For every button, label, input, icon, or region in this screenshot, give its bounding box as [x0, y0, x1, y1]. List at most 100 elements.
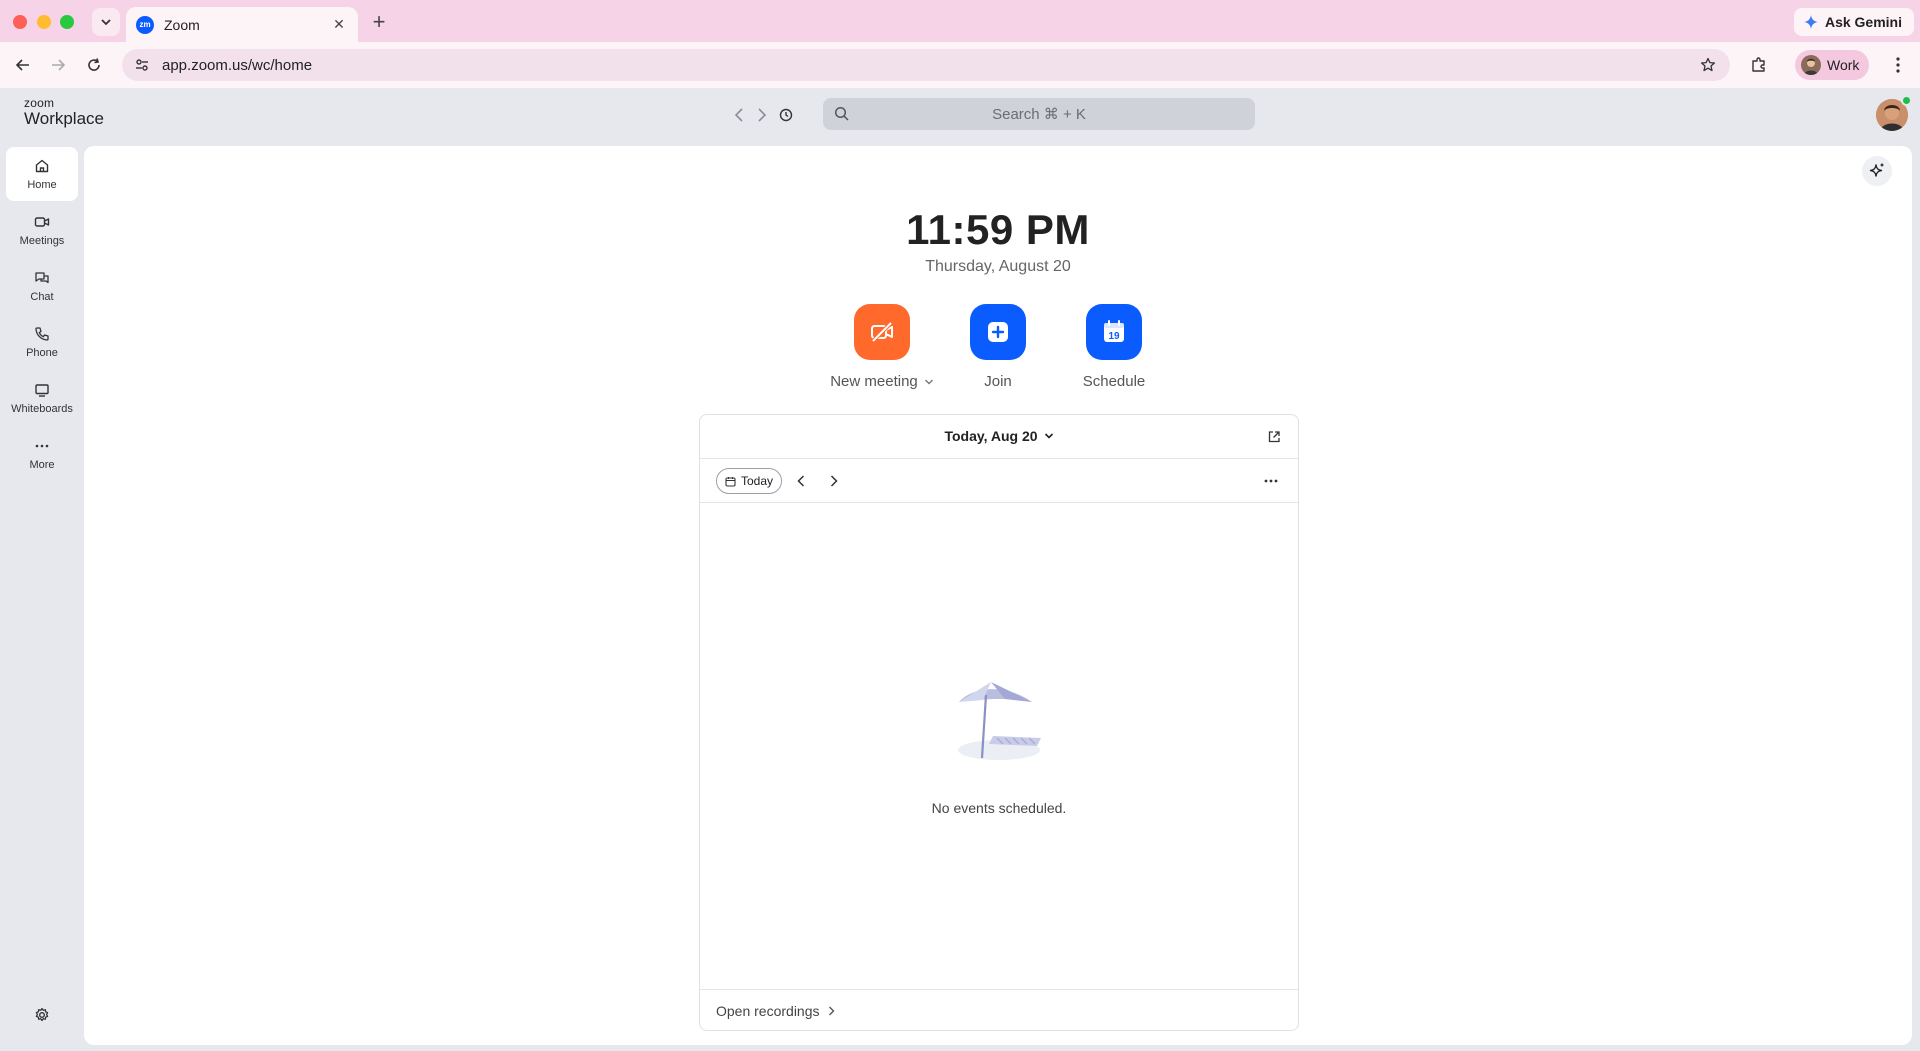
profile-avatar: [1801, 55, 1821, 75]
plus-icon: [988, 322, 1008, 342]
schedule-action: 19 Schedule: [1054, 304, 1174, 390]
history-forward-button[interactable]: [751, 104, 773, 126]
clock-history-icon: [779, 108, 793, 122]
join-action: Join: [938, 304, 1058, 390]
sidebar-item-chat[interactable]: Chat: [6, 259, 78, 313]
chevron-right-icon: [758, 108, 767, 122]
calendar-icon: 19: [1104, 320, 1124, 342]
ask-gemini-label: Ask Gemini: [1824, 14, 1902, 30]
calendar-more-button[interactable]: [1260, 470, 1282, 492]
recent-history-button[interactable]: [775, 104, 797, 126]
chevron-down-icon: [1044, 433, 1053, 439]
new-meeting-label-row[interactable]: New meeting: [830, 373, 934, 390]
calendar-next-button[interactable]: [823, 470, 845, 492]
ask-gemini-button[interactable]: Ask Gemini: [1793, 8, 1914, 36]
sidebar-label: Whiteboards: [11, 402, 73, 415]
reload-button[interactable]: [80, 51, 108, 79]
browser-menu-button[interactable]: [1888, 51, 1908, 79]
today-label: Today: [741, 474, 774, 488]
new-meeting-label: New meeting: [830, 373, 918, 390]
sidebar-item-meetings[interactable]: Meetings: [6, 203, 78, 257]
back-button[interactable]: [9, 51, 37, 79]
zoom-app: zoom Workplace Search ⌘ + K Home Meeting…: [0, 88, 1920, 1051]
profile-button[interactable]: Work: [1795, 50, 1870, 80]
sidebar-label: Chat: [30, 290, 54, 303]
home-main-panel: 11:59 PM Thursday, August 20 New meeting…: [84, 146, 1912, 1045]
forward-button[interactable]: [44, 51, 72, 79]
left-sidebar: Home Meetings Chat Phone Whiteboards Mor…: [0, 144, 84, 1051]
brand-big-text: Workplace: [24, 109, 104, 128]
reload-icon: [88, 58, 100, 71]
search-icon: [834, 106, 849, 121]
video-icon: [34, 216, 50, 227]
address-bar[interactable]: app.zoom.us/wc/home: [122, 49, 1730, 81]
more-horizontal-icon: [1264, 479, 1278, 483]
window-minimize-button[interactable]: [37, 15, 51, 29]
new-tab-button[interactable]: +: [366, 9, 392, 35]
more-icon: [35, 444, 49, 447]
chevron-left-icon: [734, 108, 743, 122]
presence-status-dot: [1901, 95, 1912, 106]
zoom-workplace-logo[interactable]: zoom Workplace: [24, 97, 104, 127]
window-maximize-button[interactable]: [60, 15, 74, 29]
zoom-favicon-icon: zm: [136, 15, 154, 34]
external-link-icon: [1268, 431, 1280, 443]
calendar-small-icon: [725, 476, 736, 487]
app-search-bar[interactable]: Search ⌘ + K: [823, 98, 1255, 130]
open-calendar-external-button[interactable]: [1264, 427, 1284, 447]
whiteboard-icon: [35, 383, 49, 397]
today-button[interactable]: Today: [716, 468, 783, 494]
empty-events-message: No events scheduled.: [931, 800, 1067, 816]
schedule-button[interactable]: 19: [1086, 304, 1142, 360]
chevron-left-icon: [797, 475, 805, 487]
sidebar-item-home[interactable]: Home: [6, 147, 78, 201]
tab-close-icon[interactable]: ✕: [330, 16, 348, 33]
arrow-left-icon: [15, 59, 29, 71]
brand-small-text: zoom: [24, 96, 55, 110]
video-off-icon: [871, 321, 893, 343]
gemini-sparkle-icon: [1803, 15, 1818, 29]
open-recordings-link[interactable]: Open recordings: [700, 989, 1298, 1031]
tab-search-button[interactable]: [92, 8, 120, 36]
puzzle-icon: [1752, 57, 1765, 72]
sidebar-item-phone[interactable]: Phone: [6, 315, 78, 369]
extensions-button[interactable]: [1745, 51, 1773, 79]
calendar-toolbar: Today: [700, 459, 1298, 503]
phone-icon: [35, 326, 49, 341]
new-meeting-action: New meeting: [822, 304, 942, 390]
calendar-header: Today, Aug 20: [700, 415, 1298, 459]
app-header: zoom Workplace Search ⌘ + K: [0, 88, 1920, 144]
calendar-date-picker[interactable]: Today, Aug 20: [700, 428, 1298, 444]
arrow-right-icon: [52, 59, 66, 71]
window-close-button[interactable]: [13, 15, 27, 29]
chat-icon: [35, 271, 49, 283]
current-time: 11:59 PM: [906, 206, 1090, 253]
sidebar-item-more[interactable]: More: [6, 427, 78, 481]
bookmark-star-icon[interactable]: [1694, 51, 1722, 79]
beach-umbrella-illustration: [953, 680, 1045, 769]
browser-tab-zoom[interactable]: zm Zoom ✕: [126, 7, 358, 42]
sidebar-label: Phone: [26, 346, 58, 359]
sidebar-label: Meetings: [19, 234, 65, 247]
sidebar-label: Home: [27, 178, 57, 191]
join-button[interactable]: [970, 304, 1026, 360]
new-meeting-button[interactable]: [854, 304, 910, 360]
kebab-menu-icon: [1896, 57, 1900, 73]
sidebar-item-whiteboards[interactable]: Whiteboards: [6, 371, 78, 425]
chevron-down-icon: [101, 19, 111, 26]
browser-toolbar: app.zoom.us/wc/home Work: [0, 42, 1920, 88]
chevron-right-icon: [828, 1006, 835, 1015]
join-label: Join: [984, 373, 1012, 390]
settings-button[interactable]: [29, 1002, 55, 1028]
history-back-button[interactable]: [728, 104, 750, 126]
current-date: Thursday, August 20: [925, 258, 1071, 275]
chevron-down-icon: [924, 379, 933, 384]
calendar-day-number: 19: [1108, 331, 1120, 342]
sparkle-icon: [1869, 163, 1884, 177]
calendar-title: Today, Aug 20: [944, 428, 1038, 444]
calendar-card: Today, Aug 20 Today No events scheduled.…: [699, 414, 1299, 1031]
calendar-prev-button[interactable]: [790, 470, 812, 492]
chevron-right-icon: [830, 475, 838, 487]
ai-companion-button[interactable]: [1862, 156, 1892, 186]
site-settings-icon[interactable]: [130, 53, 154, 77]
